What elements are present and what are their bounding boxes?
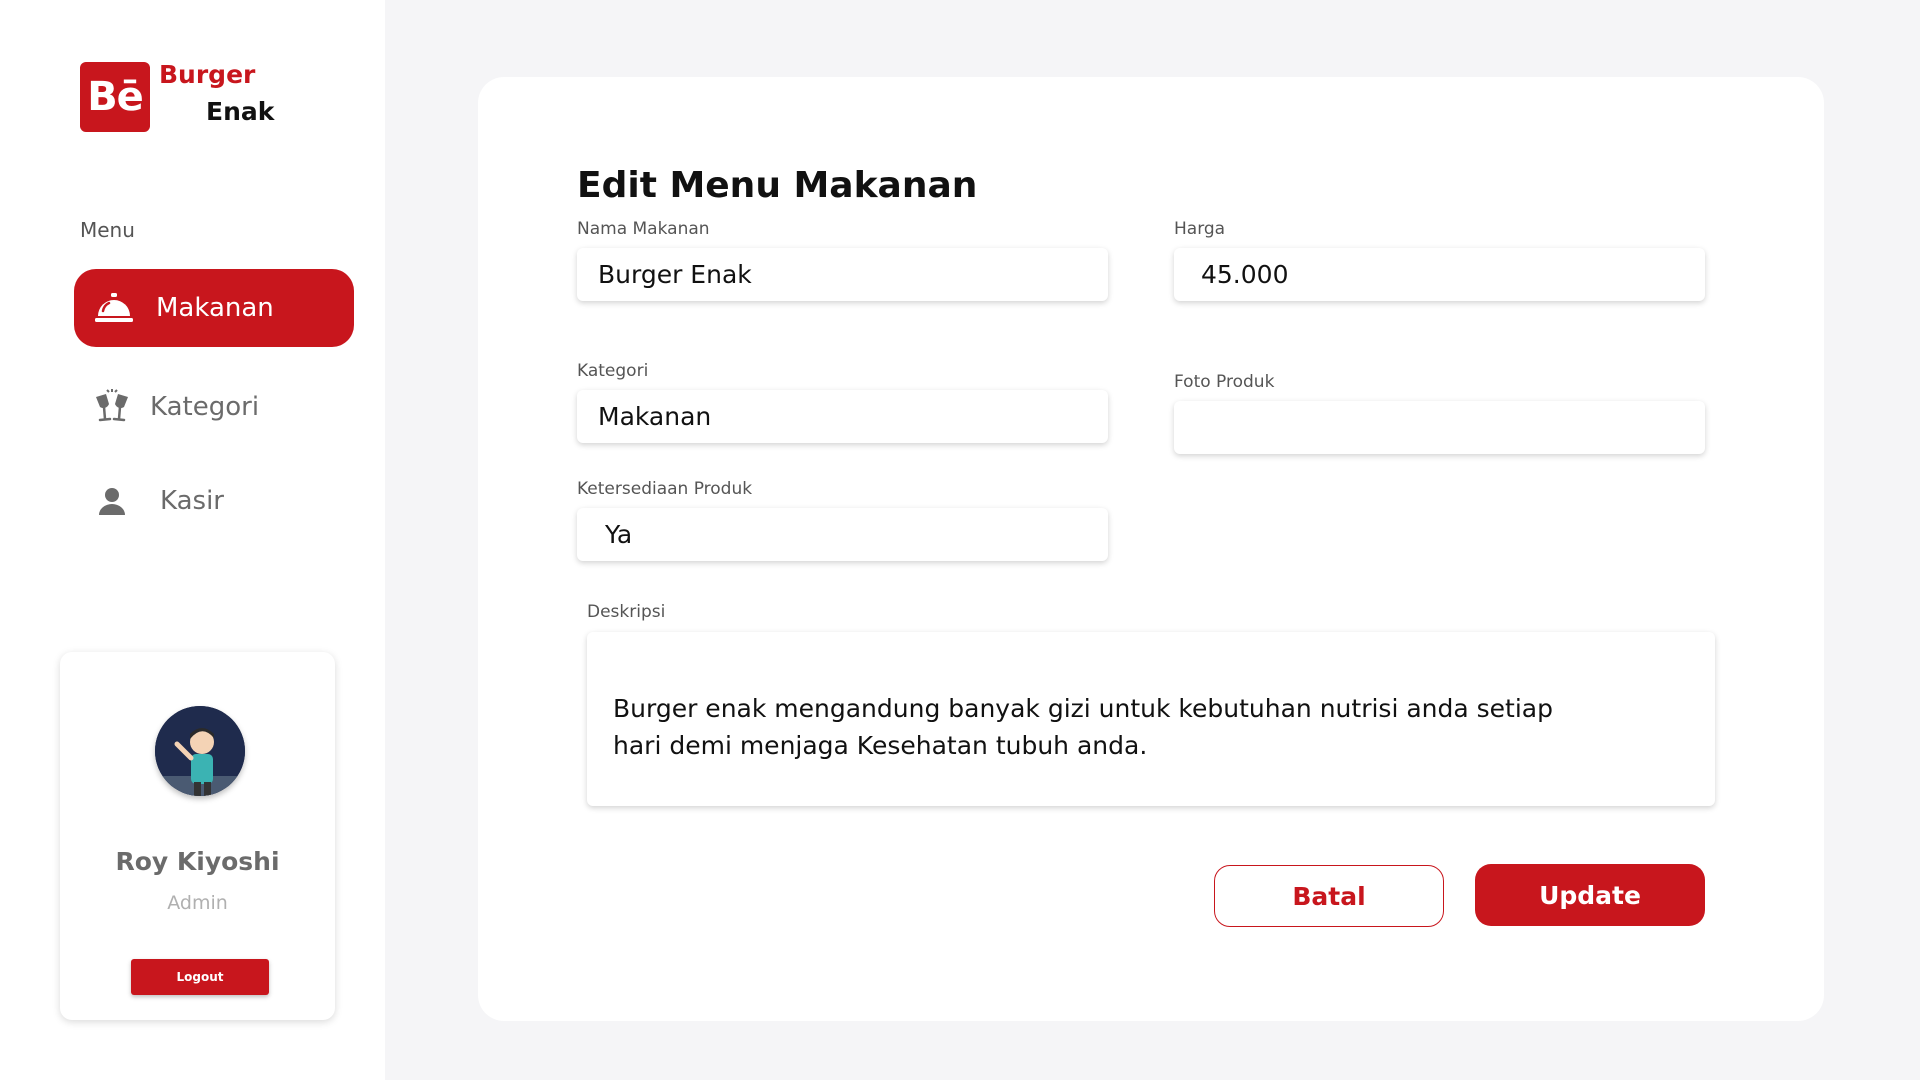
brand-name-line2: Enak xyxy=(206,97,275,126)
ketersediaan-label: Ketersediaan Produk xyxy=(577,479,753,499)
nama-makanan-label: Nama Makanan xyxy=(577,219,710,239)
update-button[interactable]: Update xyxy=(1475,864,1705,926)
sidebar-item-label: Makanan xyxy=(156,293,274,323)
deskripsi-textarea[interactable]: Burger enak mengandung banyak gizi untuk… xyxy=(587,632,1715,806)
ketersediaan-input[interactable] xyxy=(577,508,1108,561)
logout-button[interactable]: Logout xyxy=(131,959,269,995)
foto-produk-input[interactable] xyxy=(1174,401,1705,454)
kategori-input[interactable] xyxy=(577,390,1108,443)
sidebar: Bē Burger Enak Menu Makanan Kategori Kas… xyxy=(0,0,385,1080)
nama-makanan-input[interactable] xyxy=(577,248,1108,301)
sidebar-item-kasir[interactable]: Kasir xyxy=(74,462,354,540)
page-title: Edit Menu Makanan xyxy=(577,165,978,206)
brand-name-line1: Burger xyxy=(159,60,256,89)
menu-heading: Menu xyxy=(80,218,135,242)
harga-input[interactable] xyxy=(1174,248,1705,301)
avatar-person-icon xyxy=(155,706,245,796)
user-icon xyxy=(90,479,134,523)
cheers-glasses-icon xyxy=(90,385,134,429)
service-bell-icon xyxy=(92,286,136,330)
deskripsi-label: Deskripsi xyxy=(587,602,666,622)
batal-button[interactable]: Batal xyxy=(1214,865,1444,927)
profile-card: Roy Kiyoshi Admin Logout xyxy=(60,652,335,1020)
foto-produk-label: Foto Produk xyxy=(1174,372,1275,392)
kategori-label: Kategori xyxy=(577,361,649,381)
sidebar-item-label: Kasir xyxy=(160,486,224,516)
sidebar-item-makanan[interactable]: Makanan xyxy=(74,269,354,347)
sidebar-item-kategori[interactable]: Kategori xyxy=(74,368,354,446)
brand-logo-badge: Bē xyxy=(80,62,150,132)
sidebar-item-label: Kategori xyxy=(150,392,260,422)
profile-name: Roy Kiyoshi xyxy=(115,847,280,876)
profile-role: Admin xyxy=(167,892,228,914)
deskripsi-text: Burger enak mengandung banyak gizi untuk… xyxy=(613,694,1553,760)
harga-label: Harga xyxy=(1174,219,1226,239)
